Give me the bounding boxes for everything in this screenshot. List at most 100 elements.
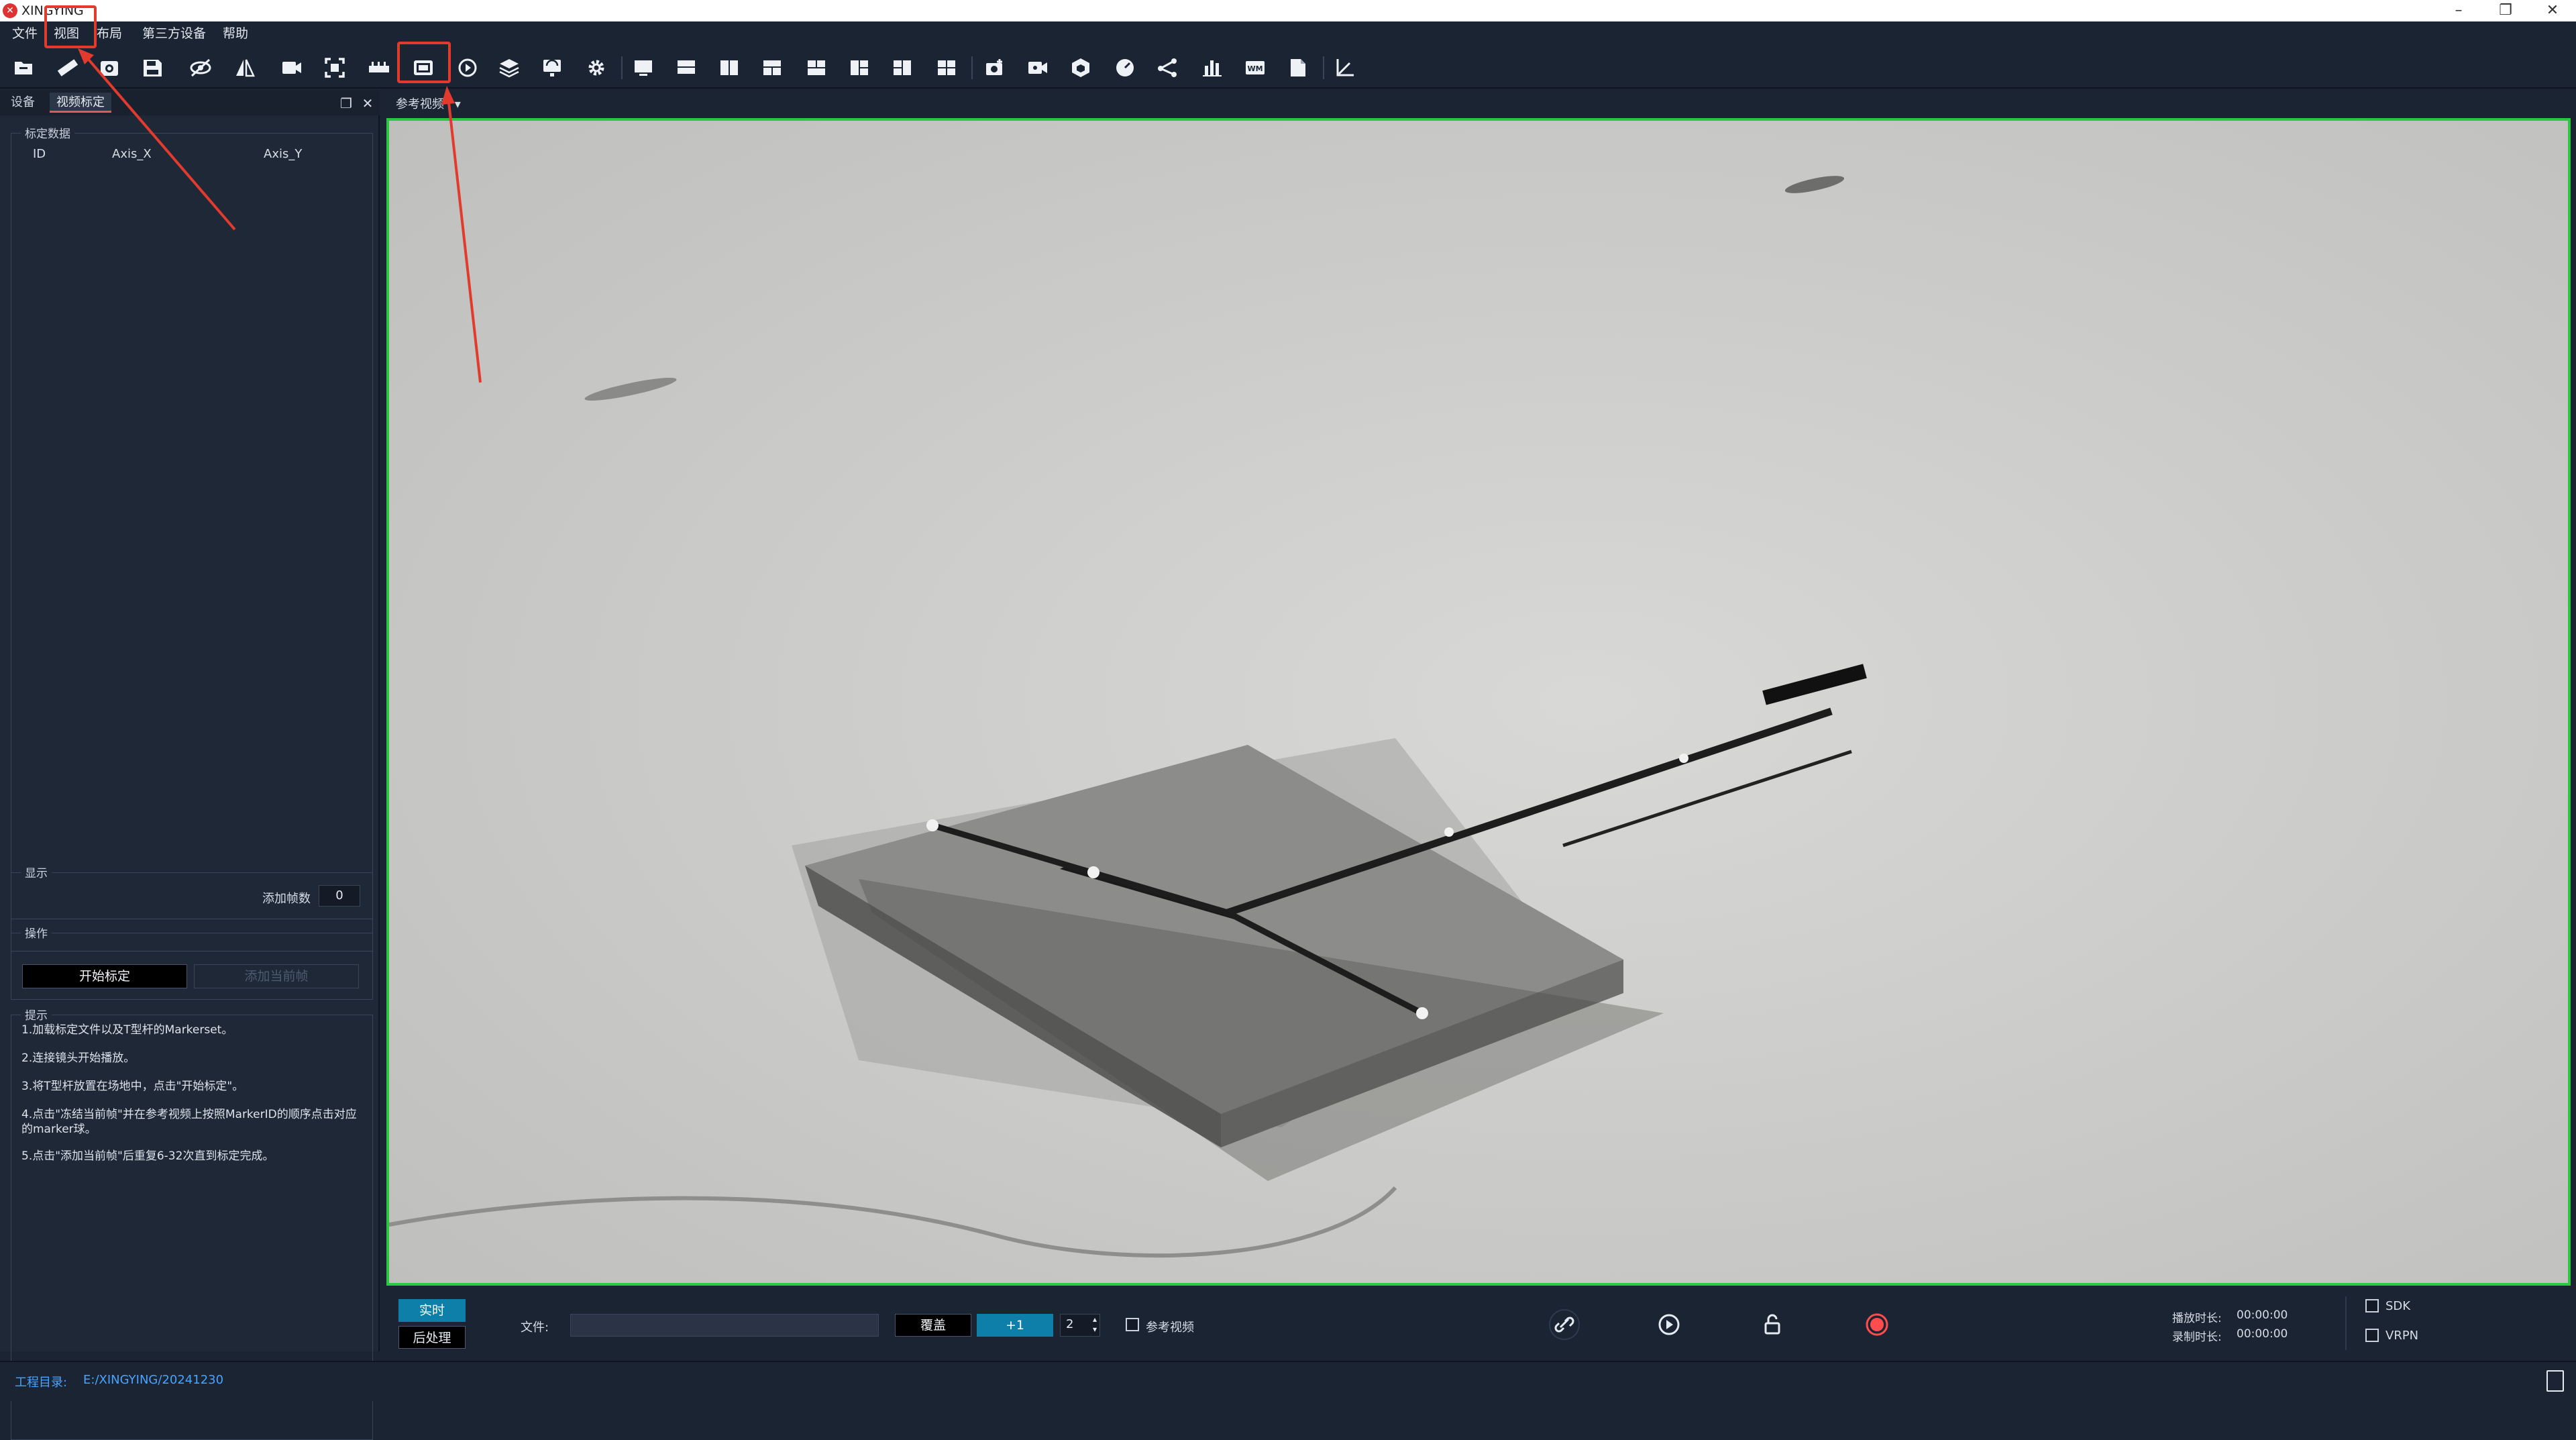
ruler-icon[interactable] xyxy=(54,54,82,82)
layers-icon[interactable] xyxy=(495,54,523,82)
calibrate-camera-icon[interactable] xyxy=(95,54,123,82)
layout-1-icon[interactable] xyxy=(629,54,657,82)
float-panel-icon[interactable]: ❐ xyxy=(337,94,356,113)
spinbox-arrows-icon[interactable]: ▴ ▾ xyxy=(1093,1315,1097,1335)
layout-6-icon[interactable] xyxy=(845,54,873,82)
speedometer-icon[interactable] xyxy=(1111,54,1139,82)
calibration-data-title: 标定数据 xyxy=(21,124,74,141)
layout-7-icon[interactable] xyxy=(888,54,916,82)
link-icon[interactable] xyxy=(1547,1307,1582,1342)
display-title: 显示 xyxy=(21,864,52,880)
tip-item: 2.连接镜头开始播放。 xyxy=(21,1051,136,1065)
tab-video-calibration[interactable]: 视频标定 xyxy=(50,93,111,113)
tip-item: 3.将T型杆放置在场地中，点击"开始标定"。 xyxy=(21,1080,244,1093)
title-bar: ✕ XINGYING – ❐ ✕ xyxy=(0,0,2576,21)
chevron-down-icon: ▾ xyxy=(454,97,461,111)
panel-tab-bar: 设备 视频标定 ❐ ✕ xyxy=(0,90,380,115)
vrpn-label: VRPN xyxy=(2385,1329,2419,1343)
tip-item: 5.点击"添加当前帧"后重复6-32次直到标定完成。 xyxy=(21,1149,274,1163)
calibration-data-group: 标定数据 ID Axis_X Axis_Y xyxy=(11,124,373,952)
file-path-field[interactable] xyxy=(570,1314,879,1337)
menu-layout[interactable]: 布局 xyxy=(97,21,122,46)
start-calibration-button[interactable]: 开始标定 xyxy=(22,964,187,988)
record-time-label: 录制时长: xyxy=(2172,1331,2222,1344)
camera-add-icon[interactable] xyxy=(981,54,1009,82)
toolbar-separator xyxy=(971,56,973,79)
wm-icon[interactable]: WM xyxy=(1241,54,1269,82)
left-panel: 设备 视频标定 ❐ ✕ 标定数据 ID Axis_X Axis_Y 显示 添加帧… xyxy=(0,90,380,1440)
status-bar: 工程目录: E:/XINGYING/20241230 xyxy=(0,1361,2576,1401)
reference-video-view[interactable] xyxy=(386,118,2571,1286)
unlock-icon[interactable] xyxy=(1755,1307,1790,1342)
project-dir-label: 工程目录: xyxy=(15,1376,68,1390)
layout-8-icon[interactable] xyxy=(932,54,961,82)
frames-count-field: 0 xyxy=(319,885,360,907)
video-image xyxy=(389,121,2568,1283)
increment-button[interactable]: +1 xyxy=(977,1314,1053,1337)
layout-5-icon[interactable] xyxy=(802,54,830,82)
cube-icon[interactable] xyxy=(1067,54,1095,82)
record-time-value: 00:00:00 xyxy=(2237,1327,2288,1341)
toolbar: WM xyxy=(0,46,2576,89)
column-header-axis-x: Axis_X xyxy=(112,147,152,161)
video-camera-icon[interactable] xyxy=(278,54,306,82)
minimize-button[interactable]: – xyxy=(2435,0,2482,21)
operation-group: 操作 开始标定 添加当前帧 xyxy=(11,924,373,1000)
hide-icon[interactable] xyxy=(186,54,215,82)
ruler-bar-icon[interactable] xyxy=(365,54,393,82)
settings-icon[interactable] xyxy=(582,54,610,82)
menu-file[interactable]: 文件 xyxy=(12,21,38,46)
vrpn-checkbox[interactable] xyxy=(2365,1329,2379,1342)
play-time-value: 00:00:00 xyxy=(2237,1308,2288,1322)
tab-devices[interactable]: 设备 xyxy=(4,93,42,113)
camera-record-icon[interactable] xyxy=(1024,54,1052,82)
play-icon[interactable] xyxy=(1652,1307,1686,1342)
layout-2-icon[interactable] xyxy=(672,54,700,82)
display-group: 显示 添加帧数 0 xyxy=(11,864,373,919)
fullscreen-icon[interactable] xyxy=(321,54,349,82)
postprocess-button[interactable]: 后处理 xyxy=(398,1326,466,1349)
menu-help[interactable]: 帮助 xyxy=(223,21,248,46)
layout-3-icon[interactable] xyxy=(715,54,743,82)
file-label: 文件: xyxy=(521,1321,549,1335)
menu-bar: 文件 视图 布局 第三方设备 帮助 xyxy=(0,21,2576,46)
close-window-button[interactable]: ✕ xyxy=(2529,0,2576,21)
svg-text:WM: WM xyxy=(1247,64,1263,73)
reference-video-checkbox[interactable] xyxy=(1126,1318,1139,1331)
toolbar-separator xyxy=(1323,56,1324,79)
realtime-button[interactable]: 实时 xyxy=(398,1299,466,1322)
project-dir-path: E:/XINGYING/20241230 xyxy=(83,1373,224,1387)
open-folder-icon[interactable] xyxy=(9,54,38,82)
column-header-id: ID xyxy=(33,147,46,161)
video-view-header: 参考视频 ▾ xyxy=(386,91,2576,118)
tip-item: 4.点击"冻结当前帧"并在参考视频上按照MarkerID的顺序点击对应的mark… xyxy=(21,1108,357,1136)
video-source-dropdown[interactable]: 参考视频 ▾ xyxy=(396,94,461,115)
document-icon[interactable] xyxy=(1284,54,1312,82)
maximize-button[interactable]: ❐ xyxy=(2482,0,2529,21)
replay-icon[interactable] xyxy=(453,54,482,82)
playback-control-bar: 实时 后处理 文件: 覆盖 +1 2 ▴ ▾ 参考视频 播放时长: 00:00:0… xyxy=(386,1290,2576,1357)
skeleton-icon[interactable] xyxy=(1154,54,1182,82)
layout-4-icon[interactable] xyxy=(758,54,786,82)
play-time-label: 播放时长: xyxy=(2172,1312,2222,1325)
bar-chart-icon[interactable] xyxy=(1198,54,1226,82)
app-logo-icon: ✕ xyxy=(3,3,17,18)
column-header-axis-y: Axis_Y xyxy=(264,147,303,161)
menu-third-party-devices[interactable]: 第三方设备 xyxy=(142,21,206,46)
axis-icon[interactable] xyxy=(1331,54,1359,82)
video-source-label: 参考视频 xyxy=(396,97,444,111)
log-document-icon[interactable] xyxy=(2546,1370,2564,1392)
tip-item: 1.加载标定文件以及T型杆的Markerset。 xyxy=(21,1023,233,1037)
operation-title: 操作 xyxy=(21,924,52,941)
close-panel-icon[interactable]: ✕ xyxy=(358,94,377,113)
overwrite-button[interactable]: 覆盖 xyxy=(895,1314,971,1337)
increment-spinbox[interactable]: 2 ▴ ▾ xyxy=(1060,1314,1100,1337)
add-current-frame-button[interactable]: 添加当前帧 xyxy=(194,964,359,988)
record-icon[interactable] xyxy=(1860,1307,1894,1342)
sdk-checkbox[interactable] xyxy=(2365,1299,2379,1313)
mirror-icon[interactable] xyxy=(231,54,259,82)
tips-title: 提示 xyxy=(21,1006,52,1023)
save-icon[interactable] xyxy=(138,54,166,82)
network-icon[interactable] xyxy=(538,54,566,82)
reference-video-label: 参考视频 xyxy=(1146,1321,1194,1335)
